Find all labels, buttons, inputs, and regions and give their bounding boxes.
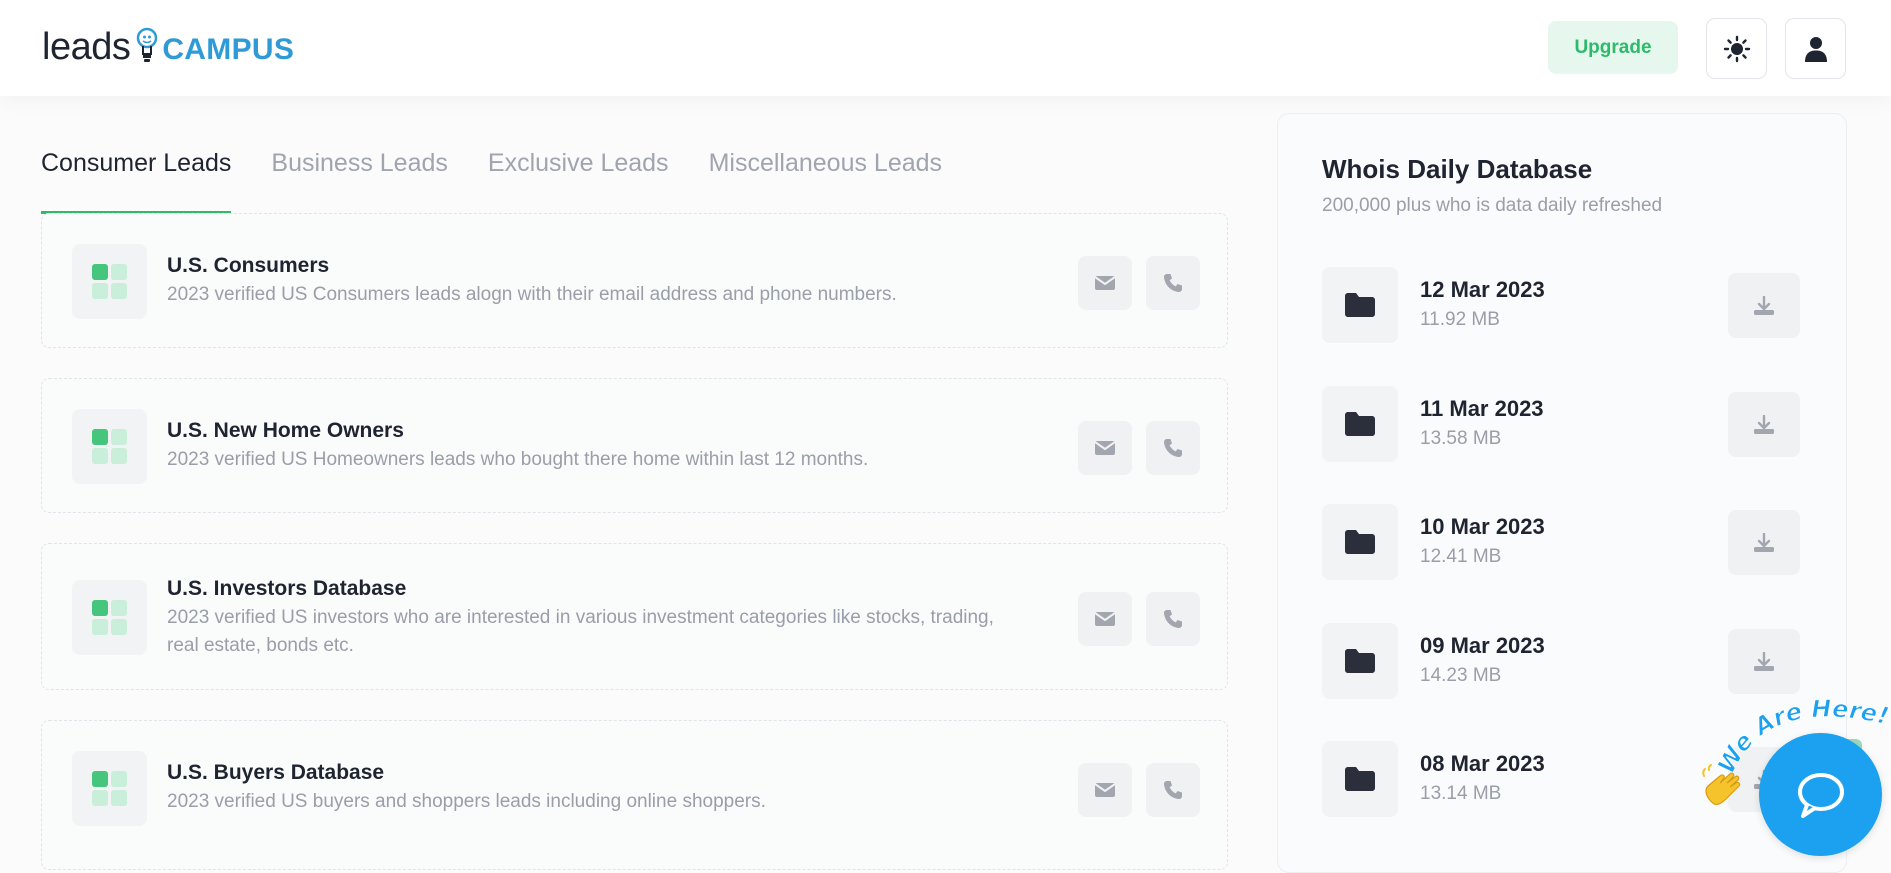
- envelope-icon: [1094, 441, 1116, 455]
- grid-apps-icon: [72, 751, 147, 826]
- download-button[interactable]: [1728, 510, 1800, 575]
- user-menu-button[interactable]: [1785, 18, 1846, 79]
- chat-bubble-icon: [1797, 772, 1844, 818]
- lead-card-us-investors-database[interactable]: U.S. Investors Database 2023 verified US…: [41, 543, 1228, 690]
- lead-card-us-new-home-owners[interactable]: U.S. New Home Owners 2023 verified US Ho…: [41, 378, 1228, 513]
- upgrade-button[interactable]: Upgrade: [1548, 21, 1678, 74]
- email-button[interactable]: [1078, 421, 1132, 475]
- lightbulb-icon: [137, 27, 158, 62]
- phone-button[interactable]: [1146, 256, 1200, 310]
- lead-description: 2023 verified US investors who are inter…: [167, 607, 994, 656]
- file-date: 09 Mar 2023: [1420, 633, 1545, 658]
- logo-text-campus: CAMPUS: [162, 33, 295, 66]
- user-icon: [1804, 36, 1827, 62]
- panel-subtitle: 200,000 plus who is data daily refreshed: [1322, 195, 1663, 216]
- file-date: 10 Mar 2023: [1420, 514, 1545, 539]
- email-button[interactable]: [1078, 763, 1132, 817]
- lead-description: 2023 verified US buyers and shoppers lea…: [167, 791, 766, 812]
- file-item: 10 Mar 2023 12.41 MB: [1322, 504, 1802, 580]
- download-button[interactable]: [1728, 392, 1800, 457]
- envelope-icon: [1094, 276, 1116, 290]
- chat-open-button[interactable]: [1759, 733, 1882, 856]
- phone-button[interactable]: [1146, 592, 1200, 646]
- tab-business-leads[interactable]: Business Leads: [271, 140, 448, 214]
- sun-icon: [1723, 35, 1750, 62]
- leadscampus-logo[interactable]: leads CAMPUS: [42, 24, 294, 70]
- tab-consumer-leads[interactable]: Consumer Leads: [41, 140, 232, 214]
- file-size: 11.92 MB: [1420, 309, 1500, 330]
- folder-icon: [1322, 741, 1398, 817]
- file-date: 12 Mar 2023: [1420, 277, 1545, 302]
- waving-hand-icon: [1702, 764, 1741, 806]
- file-size: 13.58 MB: [1420, 428, 1502, 449]
- grid-apps-icon: [72, 409, 147, 484]
- lead-description: 2023 verified US Homeowners leads who bo…: [167, 449, 869, 470]
- envelope-icon: [1094, 783, 1116, 797]
- folder-icon: [1322, 386, 1398, 462]
- lead-title: U.S. Investors Database: [167, 577, 407, 600]
- grid-apps-icon: [72, 580, 147, 655]
- folder-icon: [1322, 504, 1398, 580]
- phone-icon: [1164, 274, 1182, 292]
- lead-title: U.S. Buyers Database: [167, 761, 385, 784]
- lead-category-tabs: Consumer Leads Business Leads Exclusive …: [41, 140, 982, 215]
- lead-card-us-consumers[interactable]: U.S. Consumers 2023 verified US Consumer…: [41, 213, 1228, 348]
- lead-title: U.S. New Home Owners: [167, 419, 404, 442]
- email-button[interactable]: [1078, 592, 1132, 646]
- phone-button[interactable]: [1146, 763, 1200, 817]
- email-button[interactable]: [1078, 256, 1132, 310]
- logo-text-leads: leads: [42, 25, 131, 68]
- envelope-icon: [1094, 612, 1116, 626]
- folder-icon: [1322, 267, 1398, 343]
- file-date: 11 Mar 2023: [1420, 396, 1544, 421]
- download-icon: [1754, 414, 1774, 434]
- file-item: 11 Mar 2023 13.58 MB: [1322, 386, 1802, 462]
- file-size: 12.41 MB: [1420, 546, 1502, 567]
- lead-card-us-buyers-database[interactable]: U.S. Buyers Database 2023 verified US bu…: [41, 720, 1228, 870]
- phone-icon: [1164, 610, 1182, 628]
- theme-toggle-button[interactable]: [1706, 18, 1767, 79]
- phone-icon: [1164, 439, 1182, 457]
- tab-exclusive-leads[interactable]: Exclusive Leads: [488, 140, 669, 214]
- lead-description: 2023 verified US Consumers leads alogn w…: [167, 284, 897, 305]
- top-header: leads CAMPUS Upgrade: [0, 0, 1891, 96]
- phone-icon: [1164, 781, 1182, 799]
- tab-miscellaneous-leads[interactable]: Miscellaneous Leads: [709, 140, 942, 214]
- phone-button[interactable]: [1146, 421, 1200, 475]
- file-item: 12 Mar 2023 11.92 MB: [1322, 267, 1802, 343]
- download-icon: [1754, 295, 1774, 315]
- file-date: 08 Mar 2023: [1420, 751, 1545, 776]
- grid-apps-icon: [72, 244, 147, 319]
- file-size: 13.14 MB: [1420, 783, 1502, 804]
- live-chat-widget[interactable]: We Are Here!: [1700, 684, 1891, 856]
- panel-title: Whois Daily Database: [1322, 154, 1593, 184]
- download-icon: [1754, 651, 1774, 671]
- download-icon: [1754, 532, 1774, 552]
- file-size: 14.23 MB: [1420, 665, 1502, 686]
- folder-icon: [1322, 623, 1398, 699]
- download-button[interactable]: [1728, 273, 1800, 338]
- lead-title: U.S. Consumers: [167, 254, 330, 277]
